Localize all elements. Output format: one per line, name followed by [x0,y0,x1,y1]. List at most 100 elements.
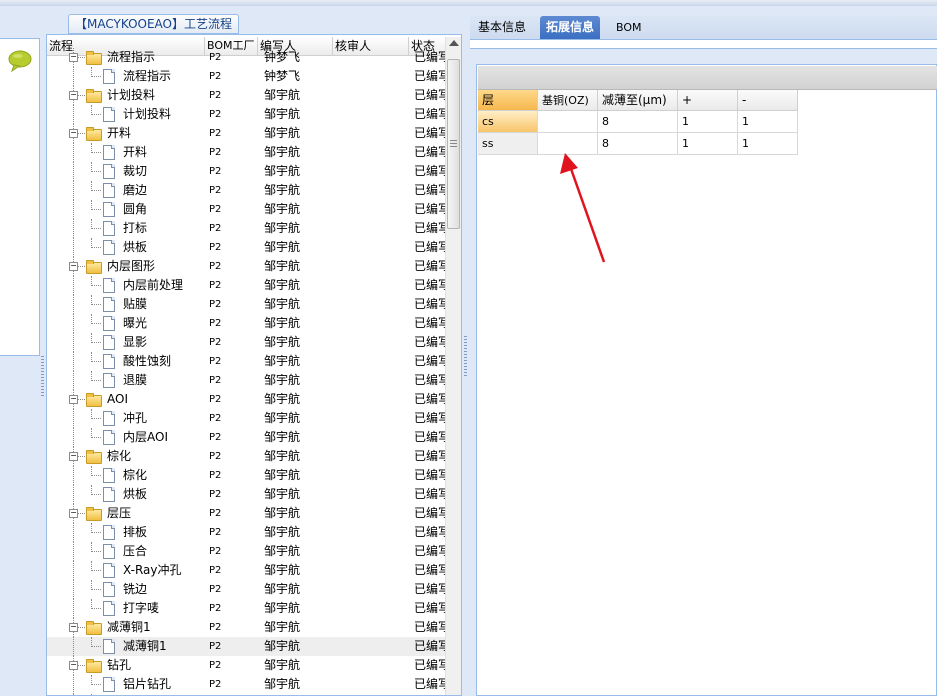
tree-node-group[interactable]: − 棕化 P2 邹宇航 已编写 [47,447,445,466]
center-splitter[interactable] [463,16,469,696]
chat-bubble-icon[interactable] [8,50,32,72]
tree-node-step[interactable]: 开料 P2 邹宇航 已编写 [47,143,445,162]
cell-reviewer [337,409,407,428]
grid-header-minus[interactable]: - [738,90,798,111]
tree-node-group[interactable]: − 流程指示 P2 钟梦飞 已编写 [47,48,445,67]
tree-node-step[interactable]: 磨边 P2 邹宇航 已编写 [47,181,445,200]
center-splitter-grip[interactable] [464,336,467,376]
document-icon [103,525,115,540]
grid-header-thin-to[interactable]: 减薄至(μm) [598,90,678,111]
tree-node-group[interactable]: − 减薄铜1 P2 邹宇航 已编写 [47,618,445,637]
cell-bom-factory: P2 [209,603,222,614]
cell-writer: 邹宇航 [264,88,301,102]
tree-node-label: 烘板 [123,487,148,501]
tree-node-step[interactable]: 内层前处理 P2 邹宇航 已编写 [47,276,445,295]
tree-node-step[interactable]: 打字唛 P2 邹宇航 已编写 [47,599,445,618]
cell-bom-factory: P2 [209,413,222,424]
collapse-toggle-icon[interactable]: − [69,129,78,138]
scroll-up-arrow-icon[interactable] [449,40,459,46]
tree-node-step[interactable]: 裁切 P2 邹宇航 已编写 [47,162,445,181]
tree-node-group[interactable]: − 内层图形 P2 邹宇航 已编写 [47,257,445,276]
cell-writer: 邹宇航 [264,544,301,558]
cell-status: 已编写 [414,107,445,121]
tab-bom[interactable]: BOM [610,16,648,39]
grid-cell-layer[interactable]: cs [478,111,538,133]
document-icon [103,297,115,312]
tree-node-step[interactable]: 酸性蚀刻 P2 邹宇航 已编写 [47,352,445,371]
tree-node-group[interactable]: − 开料 P2 邹宇航 已编写 [47,124,445,143]
tree-node-step[interactable]: 棕化 P2 邹宇航 已编写 [47,466,445,485]
tree-node-step[interactable]: 内层AOI P2 邹宇航 已编写 [47,428,445,447]
tree-vertical-scrollbar[interactable] [445,37,461,695]
tree-node-step[interactable]: 打标 P2 邹宇航 已编写 [47,219,445,238]
scroll-thumb[interactable] [447,59,460,229]
cell-status: 已编写 [414,240,445,254]
tree-node-step[interactable]: 曝光 P2 邹宇航 已编写 [47,314,445,333]
tree-node-step[interactable]: 贴膜 P2 邹宇航 已编写 [47,295,445,314]
collapse-toggle-icon[interactable]: − [69,623,78,632]
tree-guide-line [73,675,74,694]
tree-node-group[interactable]: − 层压 P2 邹宇航 已编写 [47,504,445,523]
cell-writer: 邹宇航 [264,430,301,444]
tree-node-step[interactable]: 减薄铜1 P2 邹宇航 已编写 [47,637,445,656]
cell-reviewer [337,48,407,67]
collapse-toggle-icon[interactable]: − [69,262,78,271]
collapse-toggle-icon[interactable]: − [69,395,78,404]
tree-node-group[interactable]: − 计划投料 P2 邹宇航 已编写 [47,86,445,105]
cell-status: 已编写 [414,335,445,349]
cell-bom-factory: P2 [209,356,222,367]
tree-guide-line [91,190,101,191]
tree-node-group[interactable]: − AOI P2 邹宇航 已编写 [47,390,445,409]
tree-node-step[interactable]: 铣边 P2 邹宇航 已编写 [47,580,445,599]
grid-cell-layer[interactable]: ss [478,133,538,155]
tree-guide-line [91,380,101,381]
cell-writer: 邹宇航 [264,658,301,672]
arrow-head-icon [560,153,578,174]
cell-reviewer [337,637,407,656]
tab-basic-info[interactable]: 基本信息 [472,16,532,39]
tab-extended-info[interactable]: 拓展信息 [540,16,601,39]
tree-guide-line [91,342,101,343]
cell-status: 已编写 [414,582,445,596]
tree-node-step[interactable]: X-Ray冲孔 P2 邹宇航 已编写 [47,561,445,580]
grid-header-layer[interactable]: 层 [478,90,538,111]
document-icon [103,145,115,160]
collapse-toggle-icon[interactable]: − [69,661,78,670]
grid-cell-minus[interactable]: 1 [738,133,798,155]
grid-header-plus[interactable]: + [678,90,738,111]
cell-bom-factory: P2 [209,204,222,215]
tree-node-label: X-Ray冲孔 [123,563,182,577]
cell-writer: 邹宇航 [264,639,301,653]
tree-node-step[interactable]: 压合 P2 邹宇航 已编写 [47,542,445,561]
grid-cell-thin-to[interactable]: 8 [598,111,678,133]
collapse-toggle-icon[interactable]: − [69,53,78,62]
tree-node-step[interactable]: 烘板 P2 邹宇航 已编写 [47,485,445,504]
tree-node-step[interactable]: 显影 P2 邹宇航 已编写 [47,333,445,352]
grid-cell-plus[interactable]: 1 [678,133,738,155]
tree-node-label: 流程指示 [107,50,156,64]
tree-node-step[interactable]: 计划投料 P2 邹宇航 已编写 [47,105,445,124]
grid-header-base-copper[interactable]: 基铜(OZ) [538,90,598,111]
tree-node-step[interactable]: 冲孔 P2 邹宇航 已编写 [47,409,445,428]
collapse-toggle-icon[interactable]: − [69,452,78,461]
tree-node-group[interactable]: − 钻孔 P2 邹宇航 已编写 [47,656,445,675]
left-splitter-grip[interactable] [41,356,44,396]
grid-cell-plus[interactable]: 1 [678,111,738,133]
cell-reviewer [337,390,407,409]
tree-node-label: 烘板 [123,240,148,254]
tree-guide-line [91,76,101,77]
document-icon [103,354,115,369]
collapse-toggle-icon[interactable]: − [69,509,78,518]
grid-cell-minus[interactable]: 1 [738,111,798,133]
tree-node-step[interactable]: 圆角 P2 邹宇航 已编写 [47,200,445,219]
tree-node-step[interactable]: 退膜 P2 邹宇航 已编写 [47,371,445,390]
tree-guide-line [91,247,101,248]
grid-cell-base-copper[interactable] [538,111,598,133]
tree-node-step[interactable]: 流程指示 P2 钟梦飞 已编写 [47,67,445,86]
tree-node-step[interactable]: 铝片钻孔 P2 邹宇航 已编写 [47,675,445,694]
tree-node-step[interactable]: 排板 P2 邹宇航 已编写 [47,523,445,542]
collapse-toggle-icon[interactable]: − [69,91,78,100]
tree-node-step[interactable]: 烘板 P2 邹宇航 已编写 [47,238,445,257]
cell-reviewer [337,162,407,181]
cell-writer: 邹宇航 [264,487,301,501]
